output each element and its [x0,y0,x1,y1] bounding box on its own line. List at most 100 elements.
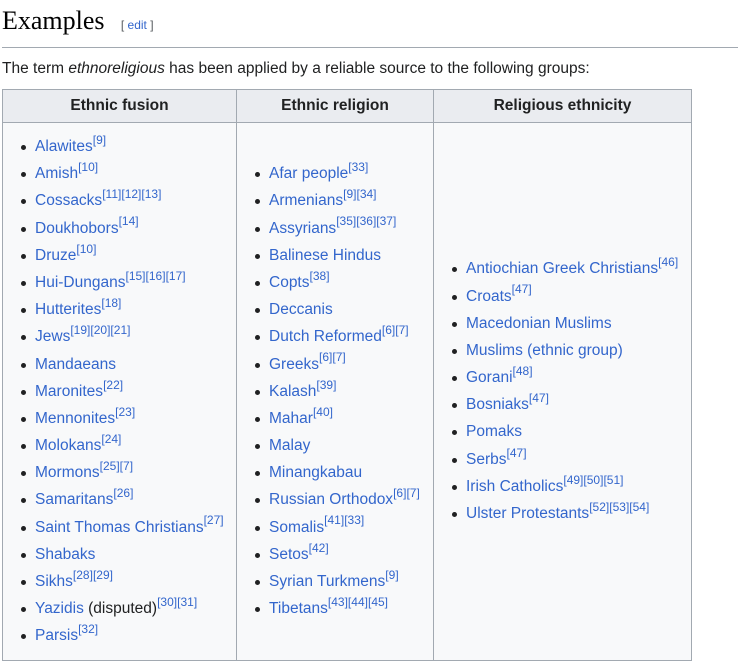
citation-link[interactable]: [21] [110,323,130,337]
citation-link[interactable]: [7] [406,486,419,500]
group-link-mormons[interactable]: Mormons [35,464,100,481]
group-link-assyrians[interactable]: Assyrians [269,220,336,237]
citation-link[interactable]: [45] [368,595,388,609]
citation-link[interactable]: [33] [348,160,368,174]
group-link-malay[interactable]: Malay [269,437,310,454]
citation-link[interactable]: [38] [310,269,330,283]
citation-link[interactable]: [7] [332,350,345,364]
citation-link[interactable]: [7] [120,459,133,473]
group-link-parsis[interactable]: Parsis [35,627,78,644]
citation-link[interactable]: [40] [313,405,333,419]
citation-link[interactable]: [34] [356,187,376,201]
citation-link[interactable]: [50] [583,473,603,487]
citation-link[interactable]: [32] [78,622,98,636]
citation-link[interactable]: [10] [78,160,98,174]
citation-link[interactable]: [16] [146,269,166,283]
edit-link[interactable]: edit [128,18,147,32]
citation-link[interactable]: [46] [658,255,678,269]
citation-link[interactable]: [11] [102,187,121,201]
group-link-ulster-protestants[interactable]: Ulster Protestants [466,505,589,522]
group-link-macedonian-muslims[interactable]: Macedonian Muslims [466,315,612,332]
citation-link[interactable]: [43] [328,595,348,609]
citation-link[interactable]: [6] [393,486,406,500]
citation-link[interactable]: [6] [319,350,332,364]
citation-link[interactable]: [28] [73,568,93,582]
citation-link[interactable]: [49] [563,473,583,487]
citation-link[interactable]: [31] [177,595,197,609]
group-link-croats[interactable]: Croats [466,288,512,305]
group-link-saint-thomas-christians[interactable]: Saint Thomas Christians [35,519,204,536]
citation-link[interactable]: [20] [90,323,110,337]
citation-link[interactable]: [18] [101,296,121,310]
group-link-druze[interactable]: Druze [35,247,76,264]
group-link-greeks[interactable]: Greeks [269,356,319,373]
citation-link[interactable]: [17] [166,269,186,283]
citation-link[interactable]: [51] [603,473,623,487]
citation-link[interactable]: [35] [336,214,356,228]
citation-link[interactable]: [10] [76,242,96,256]
group-link-cossacks[interactable]: Cossacks [35,192,102,209]
group-link-molokans[interactable]: Molokans [35,437,101,454]
group-link-bosniaks[interactable]: Bosniaks [466,396,529,413]
citation-link[interactable]: [14] [119,214,139,228]
citation-link[interactable]: [12] [121,187,141,201]
group-link-afar-people[interactable]: Afar people [269,165,348,182]
citation-link[interactable]: [39] [316,378,336,392]
citation-link[interactable]: [44] [348,595,368,609]
citation-link[interactable]: [30] [157,595,177,609]
group-link-tibetans[interactable]: Tibetans [269,600,328,617]
citation-link[interactable]: [36] [356,214,376,228]
group-link-antiochian-greek-christians[interactable]: Antiochian Greek Christians [466,260,658,277]
citation-link[interactable]: [47] [512,282,532,296]
group-link-hui-dungans[interactable]: Hui-Dungans [35,274,125,291]
group-link-balinese-hindus[interactable]: Balinese Hindus [269,247,381,264]
group-link-amish[interactable]: Amish [35,165,78,182]
citation-link[interactable]: [9] [385,568,398,582]
group-link-alawites[interactable]: Alawites [35,138,93,155]
group-link-deccanis[interactable]: Deccanis [269,301,333,318]
citation-link[interactable]: [47] [529,391,549,405]
group-link-armenians[interactable]: Armenians [269,192,343,209]
citation-link[interactable]: [13] [141,187,161,201]
citation-link[interactable]: [15] [125,269,145,283]
citation-link[interactable]: [48] [513,364,533,378]
group-link-yazidis[interactable]: Yazidis [35,600,84,617]
group-link-muslims-ethnic-group[interactable]: Muslims (ethnic group) [466,342,623,359]
group-link-sikhs[interactable]: Sikhs [35,573,73,590]
citation-link[interactable]: [37] [376,214,396,228]
group-link-russian-orthodox[interactable]: Russian Orthodox [269,491,393,508]
group-link-shabaks[interactable]: Shabaks [35,546,95,563]
citation-link[interactable]: [9] [343,187,356,201]
group-link-samaritans[interactable]: Samaritans [35,491,113,508]
group-link-copts[interactable]: Copts [269,274,310,291]
citation-link[interactable]: [27] [204,513,224,527]
citation-link[interactable]: [6] [382,323,395,337]
group-link-irish-catholics[interactable]: Irish Catholics [466,478,563,495]
group-link-somalis[interactable]: Somalis [269,519,324,536]
group-link-doukhobors[interactable]: Doukhobors [35,220,119,237]
citation-link[interactable]: [24] [101,432,121,446]
group-link-mandaeans[interactable]: Mandaeans [35,356,116,373]
citation-link[interactable]: [53] [609,500,629,514]
group-link-serbs[interactable]: Serbs [466,451,507,468]
group-link-setos[interactable]: Setos [269,546,309,563]
citation-link[interactable]: [33] [344,513,364,527]
group-link-kalash[interactable]: Kalash [269,383,316,400]
citation-link[interactable]: [23] [115,405,135,419]
citation-link[interactable]: [22] [103,378,123,392]
group-link-mahar[interactable]: Mahar [269,410,313,427]
citation-link[interactable]: [47] [507,446,527,460]
citation-link[interactable]: [29] [93,568,113,582]
group-link-maronites[interactable]: Maronites [35,383,103,400]
group-link-mennonites[interactable]: Mennonites [35,410,115,427]
citation-link[interactable]: [41] [324,513,344,527]
citation-link[interactable]: [7] [395,323,408,337]
group-link-jews[interactable]: Jews [35,328,70,345]
citation-link[interactable]: [52] [589,500,609,514]
group-link-minangkabau[interactable]: Minangkabau [269,464,362,481]
group-link-gorani[interactable]: Gorani [466,369,513,386]
citation-link[interactable]: [42] [309,541,329,555]
group-link-hutterites[interactable]: Hutterites [35,301,101,318]
group-link-pomaks[interactable]: Pomaks [466,423,522,440]
citation-link[interactable]: [19] [70,323,90,337]
